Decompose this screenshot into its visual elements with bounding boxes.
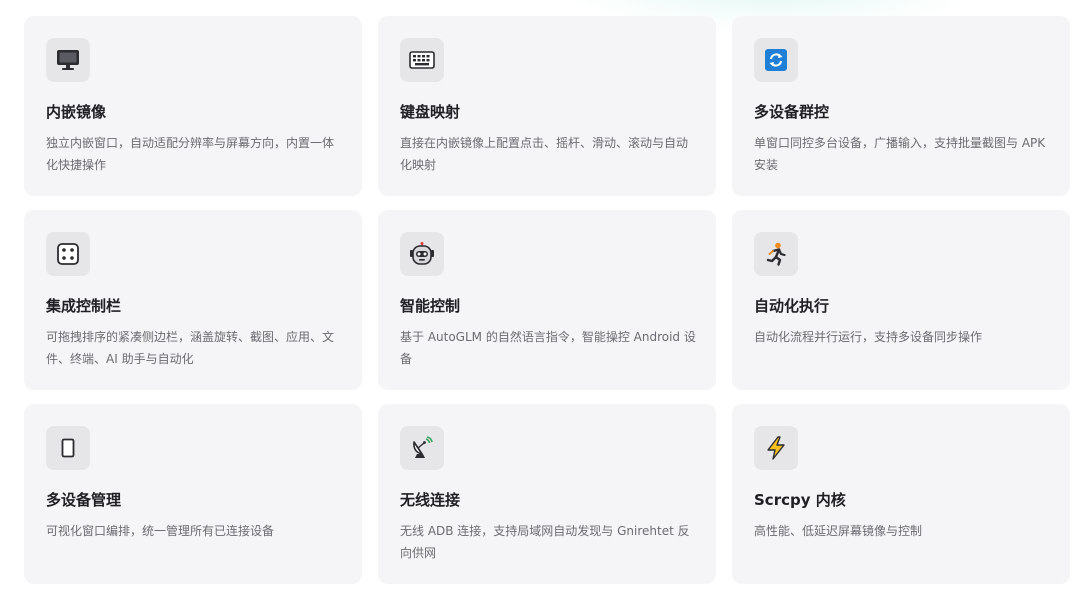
feature-card-smart-control: 智能控制 基于 AutoGLM 的自然语言指令，智能操控 Android 设备	[378, 210, 716, 390]
feature-description: 无线 ADB 连接，支持局域网自动发现与 Gnirehtet 反向供网	[400, 524, 690, 560]
feature-card-embedded-mirror: 内嵌镜像 独立内嵌窗口，自动适配分辨率与屏幕方向，内置一体化快捷操作	[24, 16, 362, 196]
feature-card-integrated-toolbar: 集成控制栏 可拖拽排序的紧凑侧边栏，涵盖旋转、截图、应用、文件、终端、AI 助手…	[24, 210, 362, 390]
satellite-dish-icon	[400, 426, 444, 470]
feature-title: Scrcpy 内核	[754, 491, 846, 509]
feature-description: 高性能、低延迟屏幕镜像与控制	[754, 524, 923, 538]
sync-icon	[754, 38, 798, 82]
feature-card-scrcpy-core: Scrcpy 内核 高性能、低延迟屏幕镜像与控制	[732, 404, 1070, 584]
feature-description: 自动化流程并行运行，支持多设备同步操作	[754, 330, 983, 344]
lightning-icon	[754, 426, 798, 470]
feature-card-multi-device-control: 多设备群控 单窗口同控多台设备，广播输入，支持批量截图与 APK 安装	[732, 16, 1070, 196]
feature-description: 独立内嵌窗口，自动适配分辨率与屏幕方向，内置一体化快捷操作	[46, 136, 335, 172]
feature-title: 多设备管理	[46, 491, 122, 509]
feature-title: 自动化执行	[754, 297, 830, 315]
feature-card-keyboard-mapping: 键盘映射 直接在内嵌镜像上配置点击、摇杆、滑动、滚动与自动化映射	[378, 16, 716, 196]
runner-icon	[754, 232, 798, 276]
feature-description: 可拖拽排序的紧凑侧边栏，涵盖旋转、截图、应用、文件、终端、AI 助手与自动化	[46, 330, 335, 366]
monitor-icon	[46, 38, 90, 82]
feature-description: 可视化窗口编排，统一管理所有已连接设备	[46, 524, 275, 538]
feature-title: 多设备群控	[754, 103, 830, 121]
feature-title: 无线连接	[400, 491, 461, 509]
phone-icon	[46, 426, 90, 470]
feature-description: 直接在内嵌镜像上配置点击、摇杆、滑动、滚动与自动化映射	[400, 136, 689, 172]
feature-description: 单窗口同控多台设备，广播输入，支持批量截图与 APK 安装	[754, 136, 1046, 172]
feature-card-automation: 自动化执行 自动化流程并行运行，支持多设备同步操作	[732, 210, 1070, 390]
feature-grid: 内嵌镜像 独立内嵌窗口，自动适配分辨率与屏幕方向，内置一体化快捷操作 键盘映射 …	[24, 16, 1070, 584]
feature-title: 键盘映射	[400, 103, 461, 121]
keyboard-icon	[400, 38, 444, 82]
feature-title: 智能控制	[400, 297, 461, 315]
feature-title: 内嵌镜像	[46, 103, 107, 121]
feature-description: 基于 AutoGLM 的自然语言指令，智能操控 Android 设备	[400, 330, 696, 366]
robot-icon	[400, 232, 444, 276]
feature-card-device-management: 多设备管理 可视化窗口编排，统一管理所有已连接设备	[24, 404, 362, 584]
dice-icon	[46, 232, 90, 276]
feature-card-wireless-connection: 无线连接 无线 ADB 连接，支持局域网自动发现与 Gnirehtet 反向供网	[378, 404, 716, 584]
feature-title: 集成控制栏	[46, 297, 122, 315]
